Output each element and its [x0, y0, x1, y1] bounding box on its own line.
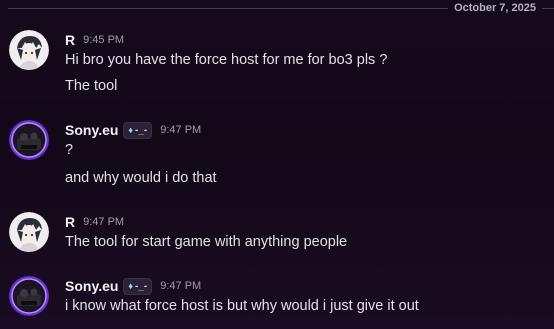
message-text: The tool for start game with anything pe…	[65, 234, 348, 250]
message-group: R 9:47 PM The tool for start game with a…	[0, 212, 554, 260]
username[interactable]: Sony.eu	[65, 122, 118, 138]
avatar[interactable]	[9, 212, 49, 252]
avatar-sony-image	[9, 120, 49, 160]
diamond-icon: ♦	[128, 281, 134, 291]
timestamp: 9:47 PM	[160, 280, 202, 292]
timestamp: 9:45 PM	[83, 34, 125, 46]
message-group: Sony.eu ♦ -_- 9:47 PM ? and why would i …	[0, 120, 554, 192]
clan-tag[interactable]: ♦ -_-	[123, 121, 153, 139]
avatar[interactable]	[9, 120, 49, 160]
avatar-sony-image	[9, 276, 49, 316]
message-text: i know what force host is but why would …	[65, 298, 419, 314]
avatar-r-image	[9, 212, 49, 252]
message-group: Sony.eu ♦ -_- 9:47 PM i know what force …	[0, 276, 554, 329]
message-text: and why would i do that	[65, 170, 217, 186]
diamond-icon: ♦	[128, 125, 134, 135]
username[interactable]: R	[65, 214, 75, 230]
timestamp: 9:47 PM	[83, 216, 125, 228]
message-text: ?	[65, 142, 74, 158]
username[interactable]: Sony.eu	[65, 278, 118, 294]
message-text: The tool	[65, 78, 118, 94]
clan-tag-text: -_-	[135, 280, 148, 292]
message-header: Sony.eu ♦ -_- 9:47 PM	[65, 120, 201, 140]
timestamp: 9:47 PM	[160, 124, 202, 136]
message-text: Hi bro you have the force host for me fo…	[65, 52, 388, 68]
date-label: October 7, 2025	[448, 1, 542, 15]
date-divider: October 7, 2025	[0, 0, 554, 16]
avatar-r-image	[9, 30, 49, 70]
message-header: Sony.eu ♦ -_- 9:47 PM	[65, 276, 201, 296]
clan-tag-text: -_-	[135, 124, 148, 136]
username[interactable]: R	[65, 32, 75, 48]
message-header: R 9:47 PM	[65, 212, 124, 232]
clan-tag[interactable]: ♦ -_-	[123, 277, 153, 295]
message-group: R 9:45 PM Hi bro you have the force host…	[0, 30, 554, 102]
avatar[interactable]	[9, 30, 49, 70]
avatar[interactable]	[9, 276, 49, 316]
message-header: R 9:45 PM	[65, 30, 124, 50]
